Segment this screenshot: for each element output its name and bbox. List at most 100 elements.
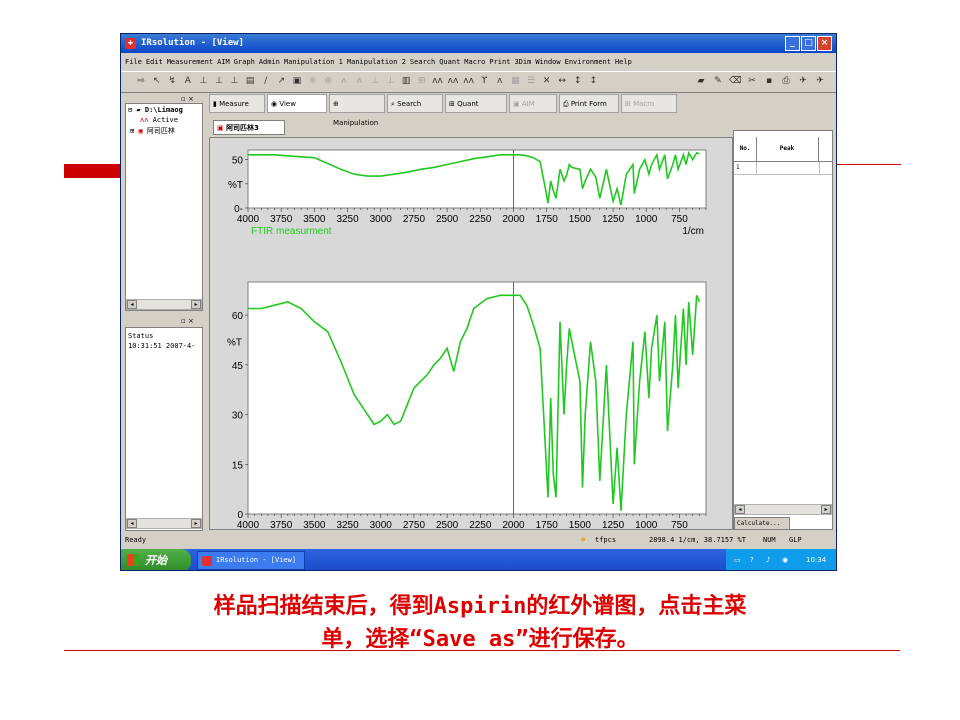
peak-icon[interactable]: ⊥ bbox=[197, 75, 209, 87]
x-tick-label: 2500 bbox=[436, 520, 459, 529]
help-icon[interactable]: ? bbox=[750, 549, 754, 570]
spectrum-1-icon[interactable]: ʌʌ bbox=[431, 75, 443, 87]
clear-icon[interactable]: ⌫ bbox=[729, 75, 742, 87]
close-button[interactable]: × bbox=[817, 36, 832, 51]
tree-item-sample[interactable]: 阿司匹林 bbox=[147, 127, 175, 135]
peak-table-icon[interactable]: ⊥ bbox=[213, 75, 225, 87]
tab-measure[interactable]: ▮ Measure bbox=[209, 94, 265, 113]
table-row[interactable]: 1 bbox=[734, 162, 832, 175]
autoscale-icon[interactable]: ↕ bbox=[587, 75, 599, 87]
menu-bar: File Edit Measurement AIM Graph Admin Manipula… bbox=[121, 55, 836, 70]
network-icon[interactable]: ◉ bbox=[782, 549, 788, 570]
spectrum-charts[interactable]: 4000 3750 3500 3250 3000 2750 2500 2250 2000 1750… bbox=[210, 138, 732, 543]
expand-icon[interactable]: ⊞ bbox=[130, 127, 134, 135]
menu-item-manipulation-2[interactable]: Manipulation 2 bbox=[347, 58, 406, 66]
start-button[interactable]: 开始 bbox=[121, 549, 191, 570]
add-icon[interactable]: ⊕ bbox=[322, 75, 334, 87]
image-icon[interactable]: ▣ bbox=[291, 75, 303, 87]
receive-icon[interactable]: ✈ bbox=[814, 75, 826, 87]
send-icon[interactable]: ✈ bbox=[797, 75, 809, 87]
text-icon[interactable]: A bbox=[182, 75, 194, 87]
line-icon[interactable]: ∕ bbox=[260, 75, 272, 87]
tree-scrollbar[interactable]: ◂ ▸ bbox=[126, 299, 202, 310]
tree-panel-controls[interactable]: ▫ × bbox=[181, 95, 194, 105]
menu-item-help[interactable]: Help bbox=[615, 58, 632, 66]
title-bar[interactable]: ✚ IRsolution - [View] _ □ × bbox=[121, 34, 836, 53]
tab-quant[interactable]: ⊞ Quant bbox=[445, 94, 507, 113]
normalize-icon[interactable]: ʌ bbox=[353, 75, 365, 87]
overlay-icon[interactable]: ⊞ bbox=[416, 75, 428, 87]
menu-item-aim[interactable]: AIM bbox=[217, 58, 230, 66]
peak-table-scrollbar[interactable]: ◂ ▸ bbox=[734, 504, 832, 515]
table-icon[interactable]: ▦ bbox=[509, 75, 521, 87]
menu-item-environment[interactable]: Environment bbox=[565, 58, 611, 66]
cut-icon[interactable]: ✂ bbox=[746, 75, 758, 87]
spectrum-3-icon[interactable]: ʌʌ bbox=[463, 75, 475, 87]
tab-print-form[interactable]: ⎙ Print Form bbox=[559, 94, 619, 113]
scroll-left-icon[interactable]: ◂ bbox=[127, 519, 137, 528]
zoom-icon[interactable]: ↯ bbox=[166, 75, 178, 87]
menu-item-window[interactable]: Window bbox=[535, 58, 560, 66]
taskbar-item-irsolution[interactable]: IRsolution - [View] bbox=[197, 551, 305, 570]
stack-icon[interactable]: ▥ bbox=[400, 75, 412, 87]
spectrum-2-icon[interactable]: ʌʌ bbox=[447, 75, 459, 87]
open-icon[interactable]: ▰ bbox=[695, 75, 707, 87]
menu-item-3dim[interactable]: 3Dim bbox=[514, 58, 531, 66]
scroll-right-icon[interactable]: ▸ bbox=[821, 505, 831, 514]
maximize-button[interactable]: □ bbox=[801, 36, 816, 51]
menu-item-measurement[interactable]: Measurement bbox=[167, 58, 213, 66]
y-tick-label: 0- bbox=[234, 204, 243, 215]
select-icon[interactable]: ↖ bbox=[151, 75, 163, 87]
delete-icon[interactable]: ✕ bbox=[541, 75, 553, 87]
tree-root[interactable]: D:\Limaog bbox=[145, 106, 183, 114]
monitor-icon[interactable]: ▭ bbox=[734, 549, 741, 570]
expand-y-icon[interactable]: ↕ bbox=[572, 75, 584, 87]
expand-x-icon[interactable]: ↔ bbox=[556, 75, 568, 87]
menu-item-manipulation-1[interactable]: Manipulation 1 bbox=[284, 58, 343, 66]
baseline-icon[interactable]: ⊥ bbox=[229, 75, 241, 87]
smooth-icon[interactable]: ※ bbox=[307, 75, 319, 87]
menu-item-edit[interactable]: Edit bbox=[146, 58, 163, 66]
minimize-button[interactable]: _ bbox=[785, 36, 800, 51]
status-panel-controls[interactable]: ▫ × bbox=[181, 317, 194, 327]
calculate-button[interactable]: Calculate... bbox=[734, 517, 790, 530]
tree-item-active[interactable]: Active bbox=[153, 116, 178, 124]
menu-item-quant[interactable]: Quant bbox=[439, 58, 460, 66]
grid-icon[interactable]: ▤ bbox=[244, 75, 256, 87]
menu-item-search[interactable]: Search bbox=[410, 58, 435, 66]
menu-item-print[interactable]: Print bbox=[489, 58, 510, 66]
menu-item-file[interactable]: File bbox=[125, 58, 142, 66]
scroll-right-icon[interactable]: ▸ bbox=[191, 519, 201, 528]
menu-item-admin[interactable]: Admin bbox=[259, 58, 280, 66]
irsolution-window: ✚ IRsolution - [View] _ □ × File Edit Meas… bbox=[120, 33, 837, 571]
fit-icon[interactable]: ϒ bbox=[478, 75, 490, 87]
x-tick-label: 3000 bbox=[370, 520, 393, 529]
tab-manipulation[interactable]: ⊕ Manipulation bbox=[329, 94, 385, 127]
y-tick-label: 0 bbox=[237, 510, 243, 521]
scroll-left-icon[interactable]: ◂ bbox=[735, 505, 745, 514]
sound-icon[interactable]: ♪ bbox=[766, 549, 770, 570]
scroll-left-icon[interactable]: ◂ bbox=[127, 300, 137, 309]
vector-icon[interactable]: ↗ bbox=[275, 75, 287, 87]
scale-icon[interactable]: ʌ bbox=[494, 75, 506, 87]
column-header-peak[interactable]: Peak bbox=[756, 137, 819, 161]
tab-view[interactable]: ◉ View bbox=[267, 94, 327, 113]
ratio-icon[interactable]: ⊥ bbox=[385, 75, 397, 87]
arrow-icon[interactable]: ⇨ bbox=[135, 75, 147, 87]
document-tab[interactable]: ▣ 阿司匹林3 bbox=[213, 120, 285, 135]
derivative-icon[interactable]: ʌ bbox=[338, 75, 350, 87]
y-tick-label: 45 bbox=[232, 361, 244, 372]
x-tick-label: 3000 bbox=[370, 214, 393, 225]
subtract-icon[interactable]: ⊥ bbox=[369, 75, 381, 87]
list-icon[interactable]: ☰ bbox=[525, 75, 537, 87]
tab-search[interactable]: ⌕ Search bbox=[387, 94, 443, 113]
save-icon[interactable]: ▪ bbox=[763, 75, 775, 87]
status-scrollbar[interactable]: ◂ ▸ bbox=[126, 518, 202, 529]
print-icon[interactable]: ⎙ bbox=[780, 75, 792, 87]
menu-item-macro[interactable]: Macro bbox=[464, 58, 485, 66]
edit-icon[interactable]: ✎ bbox=[712, 75, 724, 87]
scroll-right-icon[interactable]: ▸ bbox=[191, 300, 201, 309]
user-name: tfpcs bbox=[595, 536, 617, 544]
column-header-no[interactable]: No. bbox=[734, 137, 757, 161]
menu-item-graph[interactable]: Graph bbox=[234, 58, 255, 66]
